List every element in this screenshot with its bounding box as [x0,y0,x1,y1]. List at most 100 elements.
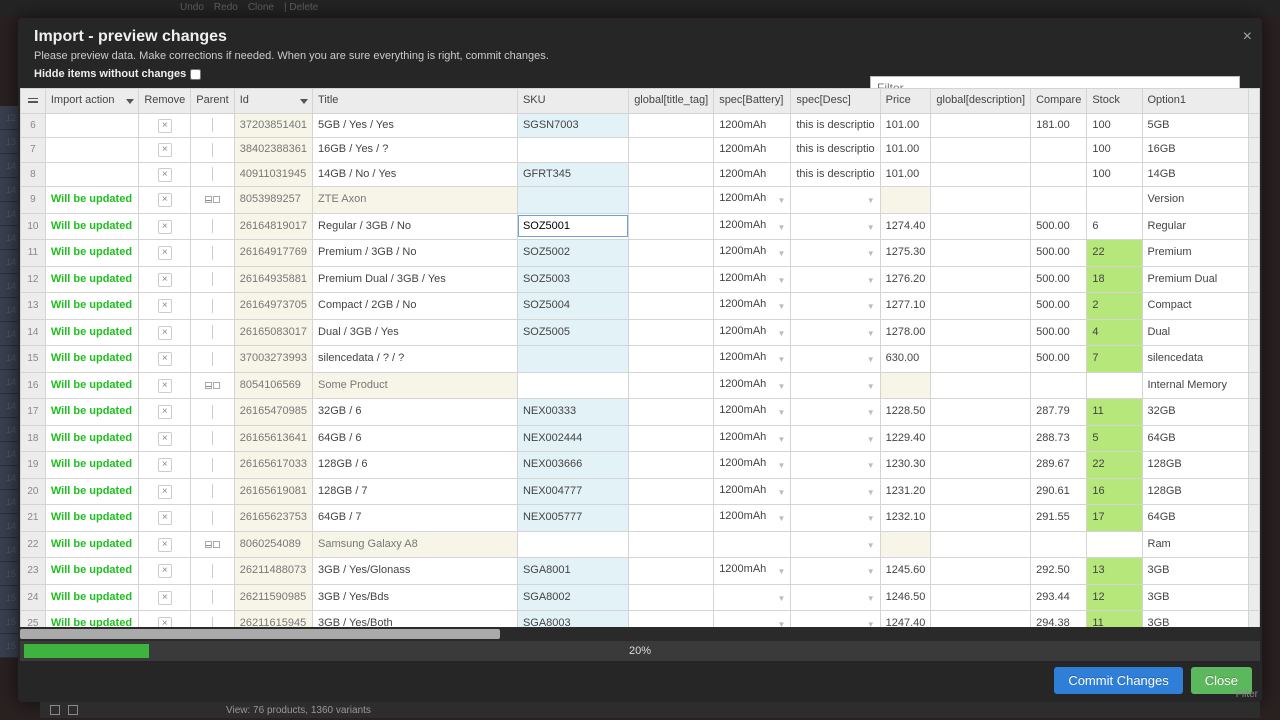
title-cell[interactable]: 128GB / 7 [313,478,518,505]
option1-cell[interactable]: Dual [1142,319,1248,346]
battery-cell[interactable]: 1200mAh [714,138,791,163]
desc-cell[interactable]: ▼ [791,319,880,346]
stock-cell[interactable]: 16 [1087,478,1142,505]
table-row[interactable]: 21Will be updated×2616562375364GB / 7NEX… [21,505,1260,532]
column-compare[interactable]: Compare [1031,89,1087,114]
table-row[interactable]: 8×4091103194514GB / No / YesGFRT3451200m… [21,162,1260,187]
stock-cell[interactable]: 5 [1087,425,1142,452]
column-battery[interactable]: spec[Battery] [714,89,791,114]
title-tag-cell[interactable] [629,187,714,214]
table-row[interactable]: 11Will be updated×26164917769Premium / 3… [21,240,1260,267]
sku-cell[interactable] [517,346,628,373]
table-row[interactable]: 22Will be updated×8060254089Samsung Gala… [21,531,1260,558]
sku-cell[interactable]: NEX005777 [517,505,628,532]
sku-cell[interactable] [517,531,628,558]
title-tag-cell[interactable] [629,452,714,479]
remove-cell[interactable]: × [139,113,191,138]
global-desc-cell[interactable] [931,138,1031,163]
battery-cell[interactable] [714,531,791,558]
global-desc-cell[interactable] [931,187,1031,214]
stock-cell[interactable]: 100 [1087,113,1142,138]
price-cell[interactable]: 1277.10 [880,293,931,320]
sku-cell[interactable]: SOZ5004 [517,293,628,320]
title-tag-cell[interactable] [629,162,714,187]
option1-cell[interactable]: Compact [1142,293,1248,320]
view-grid-icon[interactable] [50,705,60,715]
desc-cell[interactable]: ▼ [791,293,880,320]
column-parent[interactable]: Parent [191,89,234,114]
table-row[interactable]: 25Will be updated×262116159453GB / Yes/B… [21,611,1260,628]
title-cell[interactable]: ZTE Axon [313,187,518,214]
option1-cell[interactable]: 3GB [1142,584,1248,611]
price-cell[interactable]: 1278.00 [880,319,931,346]
menu-icon[interactable] [21,89,46,114]
remove-cell[interactable]: × [139,138,191,163]
title-tag-cell[interactable] [629,346,714,373]
remove-cell[interactable]: × [139,293,191,320]
option1-cell[interactable]: Ram [1142,531,1248,558]
remove-cell[interactable]: × [139,372,191,399]
title-cell[interactable]: Premium Dual / 3GB / Yes [313,266,518,293]
price-cell[interactable]: 101.00 [880,113,931,138]
collapse-icon[interactable] [205,196,212,203]
sku-cell[interactable]: SOZ5005 [517,319,628,346]
global-desc-cell[interactable] [931,478,1031,505]
title-tag-cell[interactable] [629,399,714,426]
compare-cell[interactable]: 500.00 [1031,346,1087,373]
sku-cell[interactable]: NEX00333 [517,399,628,426]
title-cell[interactable]: 5GB / Yes / Yes [313,113,518,138]
table-row[interactable]: 23Will be updated×262114880733GB / Yes/G… [21,558,1260,585]
table-row[interactable]: 14Will be updated×26165083017Dual / 3GB … [21,319,1260,346]
price-cell[interactable]: 101.00 [880,138,931,163]
option1-cell[interactable]: Version [1142,187,1248,214]
title-cell[interactable]: 14GB / No / Yes [313,162,518,187]
stock-cell[interactable]: 18 [1087,266,1142,293]
collapse-icon[interactable] [205,541,212,548]
desc-cell[interactable]: ▼ [791,558,880,585]
title-cell[interactable]: silencedata / ? / ? [313,346,518,373]
battery-cell[interactable]: 1200mAh▼ [714,346,791,373]
title-tag-cell[interactable] [629,266,714,293]
sku-cell[interactable]: NEX002444 [517,425,628,452]
sku-cell[interactable]: SOZ5002 [517,240,628,267]
stock-cell[interactable]: 22 [1087,452,1142,479]
desc-cell[interactable]: ▼ [791,213,880,240]
compare-cell[interactable]: 181.00 [1031,113,1087,138]
battery-cell[interactable]: 1200mAh [714,113,791,138]
option1-cell[interactable]: 3GB [1142,611,1248,628]
title-tag-cell[interactable] [629,478,714,505]
remove-cell[interactable]: × [139,266,191,293]
sku-input[interactable] [518,215,628,237]
commit-changes-button[interactable]: Commit Changes [1054,667,1182,694]
compare-cell[interactable] [1031,162,1087,187]
stock-cell[interactable]: 11 [1087,399,1142,426]
compare-cell[interactable]: 287.79 [1031,399,1087,426]
table-row[interactable]: 20Will be updated×26165619081128GB / 7NE… [21,478,1260,505]
desc-cell[interactable]: ▼ [791,346,880,373]
table-row[interactable]: 7×3840238836116GB / Yes / ?1200mAhthis i… [21,138,1260,163]
sku-cell[interactable] [517,372,628,399]
compare-cell[interactable]: 290.61 [1031,478,1087,505]
option1-cell[interactable]: 5GB [1142,113,1248,138]
stock-cell[interactable]: 12 [1087,584,1142,611]
battery-cell[interactable]: ▼ [714,611,791,628]
stock-cell[interactable]: 11 [1087,611,1142,628]
column-title-tag[interactable]: global[title_tag] [629,89,714,114]
desc-cell[interactable]: ▼ [791,584,880,611]
title-tag-cell[interactable] [629,425,714,452]
desc-cell[interactable]: this is descriptio [791,113,880,138]
price-cell[interactable] [880,372,931,399]
stock-cell[interactable]: 100 [1087,162,1142,187]
desc-cell[interactable]: ▼ [791,372,880,399]
remove-cell[interactable]: × [139,346,191,373]
global-desc-cell[interactable] [931,531,1031,558]
battery-cell[interactable]: 1200mAh▼ [714,425,791,452]
battery-cell[interactable]: 1200mAh [714,162,791,187]
stock-cell[interactable]: 13 [1087,558,1142,585]
title-cell[interactable]: 64GB / 7 [313,505,518,532]
battery-cell[interactable]: 1200mAh▼ [714,452,791,479]
table-row[interactable]: 16Will be updated×8054106569Some Product… [21,372,1260,399]
column-sku[interactable]: SKU [517,89,628,114]
column-desc[interactable]: spec[Desc] [791,89,880,114]
battery-cell[interactable]: 1200mAh▼ [714,399,791,426]
